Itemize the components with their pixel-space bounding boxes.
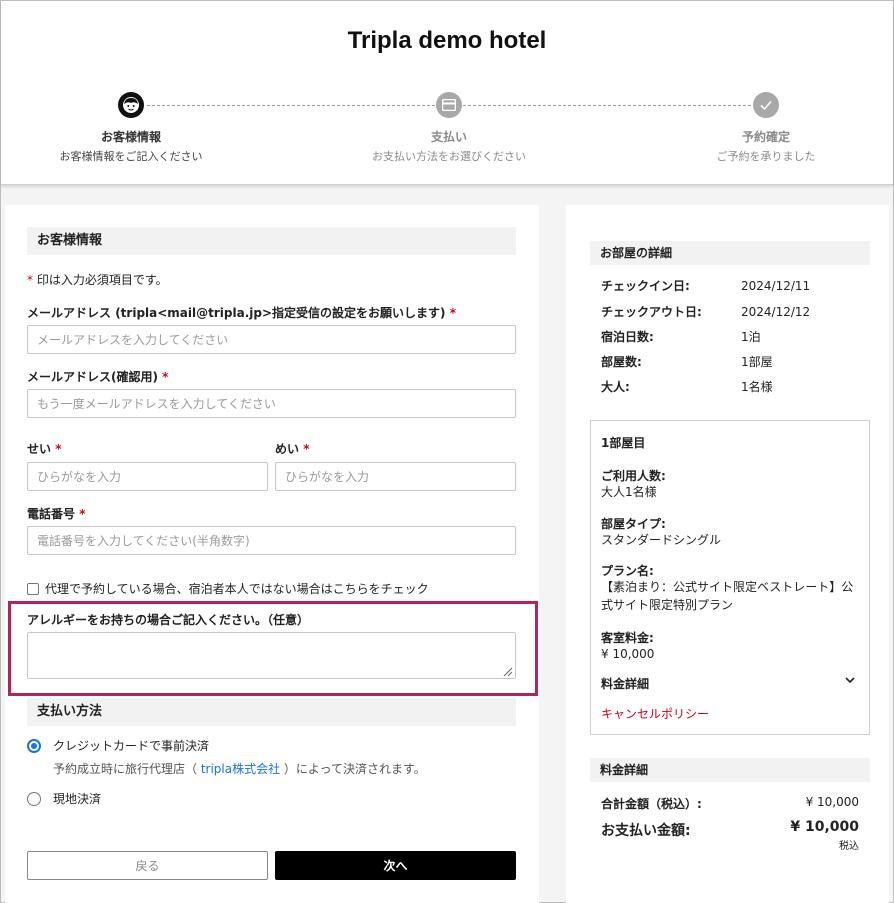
rate-label: 客室料金: xyxy=(601,631,654,645)
email-confirm-input[interactable] xyxy=(27,389,516,418)
guests-label: ご利用人数: xyxy=(601,469,666,483)
first-name-label: めい * xyxy=(275,442,310,456)
step-2-label: 支払い xyxy=(430,130,467,144)
cancel-policy-link[interactable]: キャンセルポリシー xyxy=(601,705,709,722)
radio-card[interactable] xyxy=(27,738,41,753)
resize-grip-icon[interactable] xyxy=(503,667,513,677)
guest-form-panel: お客様情報 * 印は入力必須項目です。 メールアドレス (tripla<mail… xyxy=(5,205,539,903)
summary-panel: お部屋の詳細 チェックイン日: 2024/12/11 チェックアウト日: 2024/… xyxy=(566,205,889,903)
guests-value: 大人1名様 xyxy=(601,485,657,499)
plan-label: プラン名: xyxy=(601,564,654,578)
proxy-checkbox-label: 代理で予約している場合、宿泊者本人ではない場合はこちらをチェック xyxy=(45,582,429,596)
last-name-input[interactable] xyxy=(27,462,268,491)
radio-onsite-label: 現地決済 xyxy=(53,792,102,806)
detail-row-checkout: チェックアウト日: 2024/12/12 xyxy=(601,305,811,319)
first-name-input[interactable] xyxy=(275,462,516,491)
step-1-label: お客様情報 xyxy=(100,130,161,144)
radio-card-row[interactable]: クレジットカードで事前決済 xyxy=(27,737,209,754)
step-connector-2 xyxy=(463,105,751,106)
step-3-label: 予約確定 xyxy=(741,130,790,144)
room-type-label: 部屋タイプ: xyxy=(601,517,666,531)
plan-value: 【素泊まり：公式サイト限定ベストレート】公式サイト限定特別プラン xyxy=(601,580,854,612)
email-label: メールアドレス (tripla<mail@tripla.jp>指定受信の設定をお… xyxy=(27,306,456,320)
detail-row-checkin: チェックイン日: 2024/12/11 xyxy=(601,279,811,293)
step-1-sub: お客様情報をご記入ください xyxy=(59,150,203,163)
check-icon xyxy=(753,92,779,118)
phone-input[interactable] xyxy=(27,526,516,555)
chevron-down-icon[interactable] xyxy=(844,676,856,684)
detail-row-nights: 宿泊日数: 1泊 xyxy=(601,330,761,344)
proxy-checkbox[interactable] xyxy=(27,582,39,595)
payment-note: 予約成立時に旅行代理店（ tripla株式会社 ）によって決済されます。 xyxy=(53,762,426,776)
radio-onsite[interactable] xyxy=(27,791,41,806)
proxy-checkbox-row[interactable]: 代理で予約している場合、宿泊者本人ではない場合はこちらをチェック xyxy=(27,580,429,597)
radio-card-label: クレジットカードで事前決済 xyxy=(53,739,210,753)
radio-onsite-row[interactable]: 現地決済 xyxy=(27,790,101,807)
tripla-link[interactable]: tripla株式会社 xyxy=(201,762,280,776)
allergy-textarea[interactable] xyxy=(27,632,516,679)
room-details-heading: お部屋の詳細 xyxy=(590,241,870,265)
rate-value: ¥ 10,000 xyxy=(601,647,655,661)
last-name-label: せい * xyxy=(27,442,62,456)
card-icon xyxy=(436,92,462,118)
room-1-card: 1部屋目 ご利用人数: 大人1名様 部屋タイプ: スタンダードシングル プラン名… xyxy=(590,420,870,735)
grand-total-value: ¥ 10,000 xyxy=(790,819,859,835)
step-connector-1 xyxy=(147,105,435,106)
face-icon xyxy=(118,92,144,118)
detail-row-rooms: 部屋数: 1部屋 xyxy=(601,355,773,369)
fee-summary-heading: 料金詳細 xyxy=(590,758,870,782)
total-row: 合計金額（税込）: ¥ 10,000 xyxy=(601,795,859,811)
guest-info-heading: お客様情報 xyxy=(27,227,516,255)
next-button[interactable]: 次へ xyxy=(275,851,516,880)
back-button[interactable]: 戻る xyxy=(27,851,268,880)
payment-heading: 支払い方法 xyxy=(27,698,516,726)
email-input[interactable] xyxy=(27,325,516,354)
room-type-value: スタンダードシングル xyxy=(601,533,722,547)
room-1-title: 1部屋目 xyxy=(601,436,646,450)
grand-total-label: お支払い金額: xyxy=(601,823,691,839)
tax-included-note: 税込 xyxy=(839,841,859,852)
email-confirm-label: メールアドレス(確認用) * xyxy=(27,370,169,384)
required-note: * 印は入力必須項目です。 xyxy=(27,273,168,287)
fee-detail-toggle[interactable]: 料金詳細 xyxy=(601,675,649,692)
step-2-sub: お支払い方法をお選びください xyxy=(372,150,526,163)
page-header: Tripla demo hotel お客様情報 お客様情報をご記入ください 支払… xyxy=(1,1,893,185)
hotel-name: Tripla demo hotel xyxy=(347,27,547,54)
phone-label: 電話番号 * xyxy=(27,507,86,521)
step-3-sub: ご予約を承りました xyxy=(716,150,816,163)
allergy-label: アレルギーをお持ちの場合ご記入ください。（任意） xyxy=(27,613,310,627)
detail-row-adults: 大人: 1名様 xyxy=(601,380,773,394)
